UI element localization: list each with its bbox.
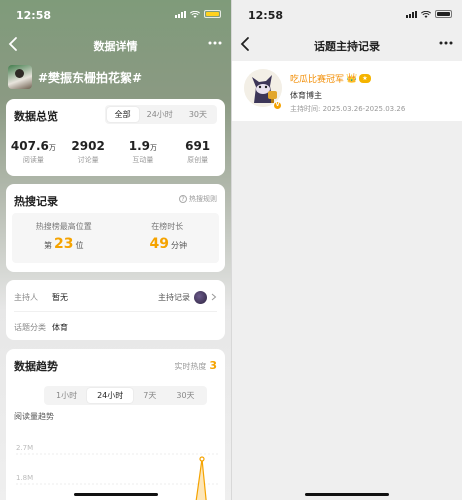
nav-bar: 话题主持记录 xyxy=(232,30,462,60)
host-name-row: 吃瓜比赛冠军 👑 ★ xyxy=(290,72,371,85)
hot-duration: 在榜时长 49 分钟 xyxy=(116,213,220,263)
overview-card: 数据总览 全部 24小时 30天 407.6万 阅读量 2902 讨论量 1.9… xyxy=(6,99,225,176)
host-record-link[interactable]: 主持记录 xyxy=(158,290,217,304)
stat-label: 原创量 xyxy=(187,156,209,164)
overview-title: 数据总览 xyxy=(14,110,58,123)
status-bar: 12:58 xyxy=(232,0,462,26)
wifi-icon xyxy=(190,10,200,18)
system-icons xyxy=(406,10,452,18)
host-card: 主持人 暂无 主持记录 话题分类 体育 xyxy=(6,280,225,340)
page-title: 数据详情 xyxy=(93,40,138,53)
overview-stats: 407.6万 阅读量 2902 讨论量 1.9万 互动量 691 原创量 xyxy=(6,139,225,165)
trend-card: 数据趋势 实时热度 3 1小时 24小时 7天 30天 阅读量趋势 2.7M 1.… xyxy=(6,349,225,500)
more-icon[interactable] xyxy=(438,38,454,48)
crown-icon: 👑 xyxy=(346,73,358,84)
topic-header[interactable]: #樊振东栅拍花絮# xyxy=(8,65,142,89)
hot-rule-label: 热搜规则 xyxy=(189,195,217,203)
stat-label: 讨论量 xyxy=(77,156,99,164)
trend-title: 数据趋势 xyxy=(14,360,58,373)
best-rank-unit: 位 xyxy=(75,241,84,250)
stat-value: 1.9 xyxy=(128,139,150,153)
page-title: 话题主持记录 xyxy=(314,40,380,53)
divider xyxy=(14,311,217,312)
hot-title: 热搜记录 xyxy=(14,195,58,208)
duration-value: 49 xyxy=(149,236,169,252)
tab-all[interactable]: 全部 xyxy=(106,107,139,122)
duration-unit: 分钟 xyxy=(170,241,187,250)
stat-original: 691 原创量 xyxy=(170,139,225,165)
host-name[interactable]: 吃瓜比赛冠军 xyxy=(290,72,344,85)
duration-label: 在榜时长 xyxy=(151,222,184,231)
read-trend-chart: 2.7M 1.8M xyxy=(16,444,218,500)
host-row: 主持人 暂无 主持记录 xyxy=(14,287,217,307)
stat-unit: 万 xyxy=(48,144,56,152)
topic-title: #樊振东栅拍花絮# xyxy=(38,70,143,85)
home-indicator xyxy=(73,493,158,496)
tab-24h[interactable]: 24小时 xyxy=(139,107,181,122)
help-icon: ? xyxy=(179,195,187,203)
stat-interaction: 1.9万 互动量 xyxy=(116,139,171,165)
host-record-item[interactable]: V 吃瓜比赛冠军 👑 ★ 体育博主 主持时间: 2025.03.26-2025.… xyxy=(232,61,462,121)
verified-badge-icon: V xyxy=(273,101,282,110)
host-key: 主持人 xyxy=(14,292,38,302)
trend-subtitle: 阅读量趋势 xyxy=(14,412,54,421)
stat-label: 互动量 xyxy=(132,156,154,164)
stat-value: 2902 xyxy=(71,139,105,153)
status-bar: 12:58 xyxy=(0,0,231,26)
system-icons xyxy=(175,10,221,18)
stat-discussion: 2902 讨论量 xyxy=(61,139,116,165)
signal-icon xyxy=(406,10,417,18)
best-rank-label: 热搜榜最高位置 xyxy=(35,222,92,231)
nav-bar: 数据详情 xyxy=(0,30,231,60)
realtime-value: 3 xyxy=(209,359,217,372)
topic-avatar xyxy=(8,65,32,89)
chevron-right-icon xyxy=(211,293,217,301)
tab-24h[interactable]: 24小时 xyxy=(87,388,134,403)
signal-icon xyxy=(175,10,186,18)
hot-summary: 热搜榜最高位置 第 23 位 在榜时长 49 分钟 xyxy=(12,213,219,263)
host-record-screen: 12:58 话题主持记录 V 吃瓜比赛冠军 👑 ★ 体育博主 主持时间: 202… xyxy=(231,0,462,500)
y-tick-label: 1.8M xyxy=(16,474,33,482)
status-time: 12:58 xyxy=(248,9,284,22)
vip-badge-icon: ★ xyxy=(359,74,371,83)
host-time: 主持时间: 2025.03.26-2025.03.26 xyxy=(290,105,406,113)
home-indicator xyxy=(305,493,389,496)
status-time: 12:58 xyxy=(16,9,52,22)
realtime-label: 实时热度 xyxy=(174,362,207,371)
stat-read: 407.6万 阅读量 xyxy=(6,139,61,165)
host-record-avatar xyxy=(194,290,207,304)
tab-1h[interactable]: 1小时 xyxy=(46,388,87,403)
hot-rule-link[interactable]: ? 热搜规则 xyxy=(179,194,217,204)
hot-search-card: 热搜记录 ? 热搜规则 热搜榜最高位置 第 23 位 在榜时长 49 分钟 xyxy=(6,184,225,272)
realtime-heat: 实时热度 3 xyxy=(174,359,217,372)
host-value: 暂无 xyxy=(52,292,68,302)
y-tick-label: 2.7M xyxy=(16,444,33,452)
more-icon[interactable] xyxy=(207,38,223,48)
data-detail-screen: 12:58 数据详情 #樊振东栅拍花絮# 数据总览 全部 24小时 30天 40… xyxy=(0,0,231,500)
tab-30d[interactable]: 30天 xyxy=(181,107,215,122)
stat-label: 阅读量 xyxy=(22,156,44,164)
trend-range-tabs: 1小时 24小时 7天 30天 xyxy=(44,386,207,405)
trend-peak-point xyxy=(199,456,205,462)
tab-7d[interactable]: 7天 xyxy=(133,388,166,403)
wifi-icon xyxy=(421,10,431,18)
best-rank-value: 23 xyxy=(54,236,74,252)
category-value: 体育 xyxy=(52,322,68,332)
host-record-label: 主持记录 xyxy=(158,292,190,302)
host-role: 体育博主 xyxy=(290,91,322,100)
battery-icon xyxy=(435,10,452,18)
stat-unit: 万 xyxy=(150,144,157,152)
stat-value: 691 xyxy=(185,139,211,153)
tab-30d[interactable]: 30天 xyxy=(166,388,204,403)
hot-best-rank: 热搜榜最高位置 第 23 位 xyxy=(12,213,116,263)
best-rank-prefix: 第 xyxy=(44,241,52,250)
overview-range-tabs: 全部 24小时 30天 xyxy=(104,105,217,124)
stat-value: 407.6 xyxy=(10,139,49,153)
category-key: 话题分类 xyxy=(14,322,46,332)
category-row: 话题分类 体育 xyxy=(14,317,217,337)
battery-icon xyxy=(204,10,221,18)
